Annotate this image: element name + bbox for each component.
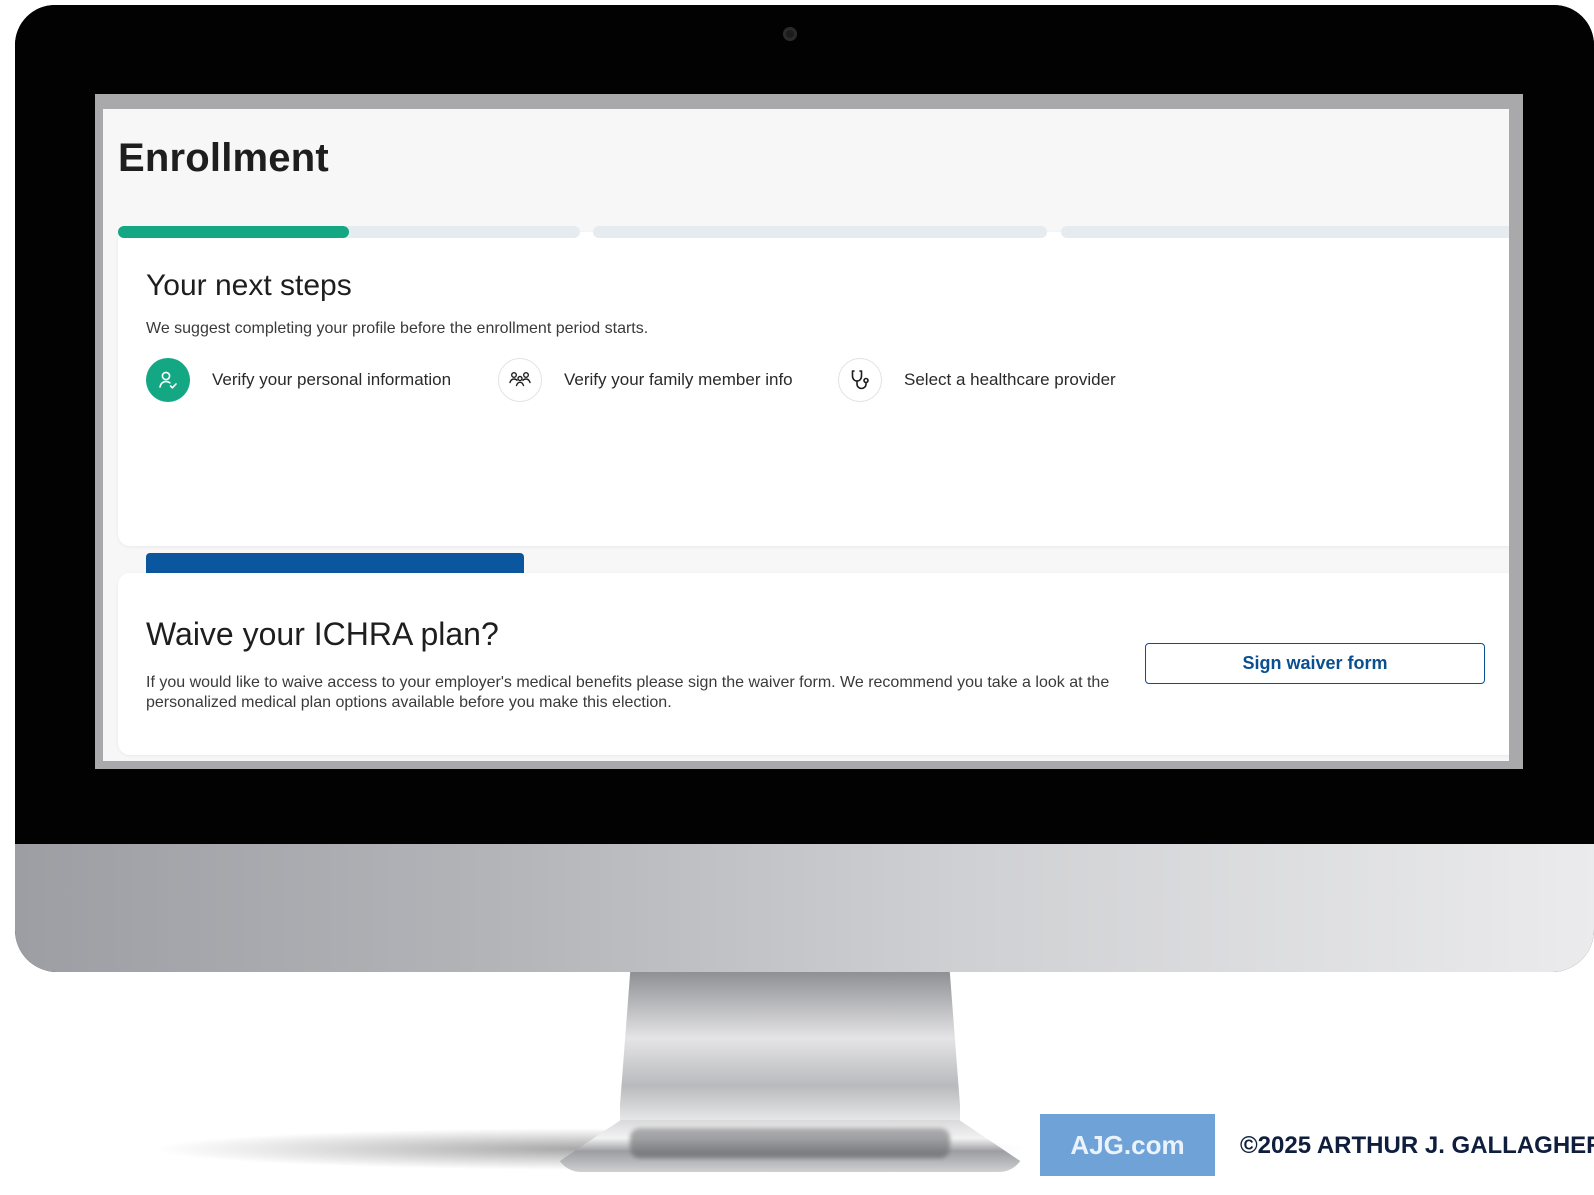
step-verify-family-info[interactable]: Verify your family member info (498, 358, 793, 402)
page-title: Enrollment (118, 136, 329, 180)
waive-plan-card: Waive your ICHRA plan? If you would like… (118, 573, 1509, 755)
sign-waiver-form-button[interactable]: Sign waiver form (1145, 643, 1485, 684)
enrollment-app: Enrollment Your next steps We suggest co… (103, 109, 1509, 761)
progress-step-3 (1061, 226, 1509, 238)
stethoscope-icon (838, 358, 882, 402)
step-label: Verify your personal information (212, 370, 452, 389)
waive-plan-title: Waive your ICHRA plan? (146, 616, 499, 652)
copyright-text: ©2025 ARTHUR J. GALLAGHER (1240, 1132, 1594, 1159)
enrollment-progress-bar (118, 226, 1509, 238)
progress-step-1 (118, 226, 580, 238)
next-steps-subtitle: We suggest completing your profile befor… (146, 320, 649, 337)
step-select-provider[interactable]: Select a healthcare provider (838, 358, 1116, 402)
person-check-icon (146, 358, 190, 402)
camera-icon (783, 27, 797, 41)
step-verify-personal-info[interactable]: Verify your personal information (146, 358, 451, 402)
progress-step-1-fill (118, 226, 349, 238)
next-steps-card: Your next steps We suggest completing yo… (118, 232, 1509, 613)
monitor-screen: Enrollment Your next steps We suggest co… (95, 94, 1523, 769)
monitor-stand-base-shade (630, 1128, 950, 1158)
family-icon (498, 358, 542, 402)
progress-step-2 (593, 226, 1047, 238)
waive-plan-description: If you would like to waive access to you… (146, 674, 1110, 711)
step-label: Select a healthcare provider (904, 370, 1116, 389)
ajg-link[interactable]: AJG.com (1040, 1114, 1215, 1176)
step-label: Verify your family member info (564, 370, 793, 389)
monitor-chin (15, 844, 1594, 972)
next-steps-title: Your next steps (146, 269, 352, 302)
